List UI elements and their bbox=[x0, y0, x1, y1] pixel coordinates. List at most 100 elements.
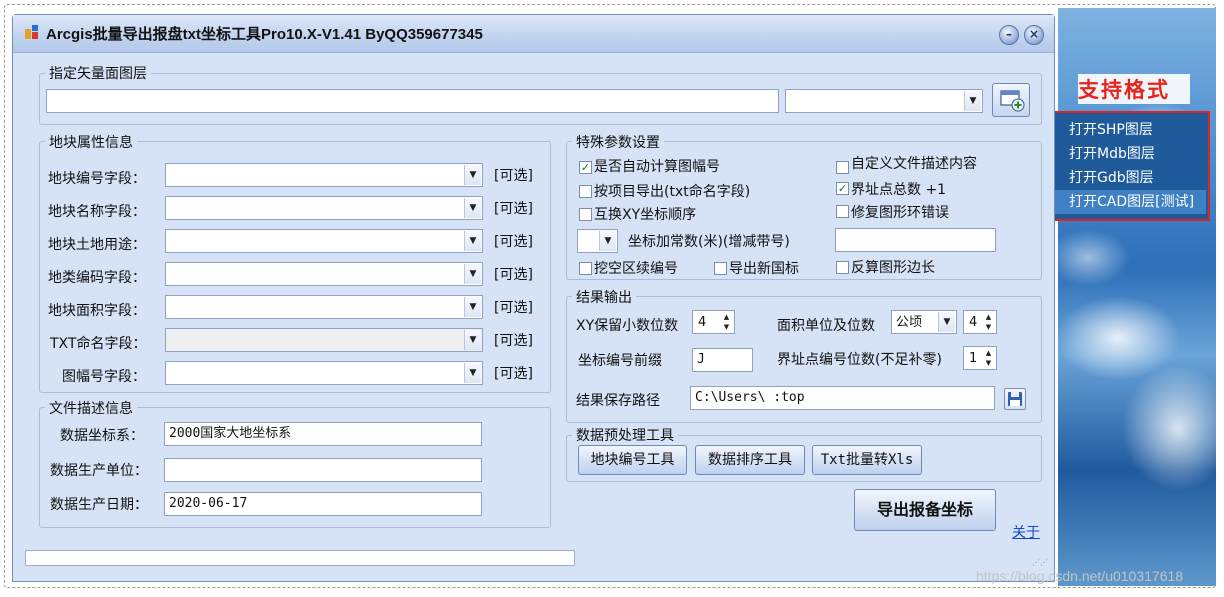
fix-ring-label: 修复图形环错误 bbox=[851, 205, 949, 221]
save-path-input[interactable]: C:\Users\ :top bbox=[690, 386, 995, 410]
prefix-label: 坐标编号前缀 bbox=[578, 353, 662, 369]
area-unit-value: 公顷 bbox=[896, 315, 923, 330]
optional-label: [可选] bbox=[494, 300, 533, 316]
watermark-text: https://blog.csdn.net/u010317618 bbox=[976, 568, 1184, 584]
auto-sheet-checkbox[interactable]: ✓ bbox=[579, 161, 592, 174]
area-decimals-value: 4 bbox=[969, 315, 978, 330]
app-icon bbox=[25, 25, 38, 39]
constant-label: 坐标加常数(米)(增减带号) bbox=[628, 234, 790, 250]
field-label-land-use: 地块土地用途： bbox=[48, 237, 146, 253]
menu-item-open-gdb[interactable]: 打开Gdb图层 bbox=[1037, 166, 1206, 190]
data-sort-tool-button[interactable]: 数据排序工具 bbox=[695, 445, 805, 475]
output-group-title: 结果输出 bbox=[572, 287, 636, 307]
spin-arrows-icon: ▲ ▼ bbox=[985, 313, 992, 331]
xy-decimals-spinner[interactable]: 4 ▲ ▼ bbox=[692, 310, 735, 334]
optional-label: [可选] bbox=[494, 366, 533, 382]
new-standard-label: 导出新国标 bbox=[729, 261, 799, 277]
production-date-input[interactable]: 2020-06-17 bbox=[164, 492, 482, 516]
save-path-label: 结果保存路径 bbox=[576, 393, 660, 409]
chevron-down-icon: ▼ bbox=[464, 297, 481, 317]
fix-ring-checkbox[interactable] bbox=[836, 205, 849, 218]
main-window: Arcgis批量导出报盘txt坐标工具Pro10.X-V1.41 ByQQ359… bbox=[12, 14, 1055, 582]
open-layer-menu: 打开SHP图层 打开Mdb图层 打开Gdb图层 打开CAD图层[测试] bbox=[1033, 111, 1210, 221]
layer-path-input[interactable] bbox=[46, 89, 779, 113]
constant-select[interactable]: ▼ bbox=[577, 229, 618, 253]
optional-label: [可选] bbox=[494, 168, 533, 184]
point-digits-spinner[interactable]: 1 ▲ ▼ bbox=[963, 346, 997, 370]
field-label-parcel-id: 地块编号字段： bbox=[48, 171, 146, 187]
field-label-area: 地块面积字段： bbox=[48, 303, 146, 319]
prefix-input[interactable]: J bbox=[692, 348, 753, 372]
chevron-down-icon: ▼ bbox=[464, 363, 481, 383]
optional-label: [可选] bbox=[494, 267, 533, 283]
field-label-txt-name: TXT命名字段： bbox=[50, 336, 147, 352]
area-field-select[interactable]: ▼ bbox=[165, 295, 483, 319]
optional-label: [可选] bbox=[494, 333, 533, 349]
close-button[interactable]: × bbox=[1024, 25, 1044, 45]
constant-input[interactable] bbox=[835, 228, 996, 252]
coord-system-input[interactable]: 2000国家大地坐标系 bbox=[164, 422, 482, 446]
back-calc-label: 反算图形边长 bbox=[851, 260, 935, 276]
custom-desc-label: 自定义文件描述内容 bbox=[851, 156, 977, 172]
menu-item-open-shp[interactable]: 打开SHP图层 bbox=[1037, 118, 1206, 142]
txt-to-xls-button[interactable]: Txt批量转Xls bbox=[812, 445, 922, 475]
chevron-down-icon: ▼ bbox=[464, 330, 481, 350]
new-standard-checkbox[interactable] bbox=[714, 262, 727, 275]
browse-save-button[interactable] bbox=[1004, 388, 1026, 410]
parcel-name-field-select[interactable]: ▼ bbox=[165, 196, 483, 220]
menu-item-open-cad[interactable]: 打开CAD图层[测试] bbox=[1037, 190, 1206, 214]
area-unit-select[interactable]: 公顷 ▼ bbox=[891, 310, 957, 334]
boundary-count-checkbox[interactable]: ✓ bbox=[836, 182, 849, 195]
production-date-label: 数据生产日期： bbox=[50, 497, 148, 513]
chevron-down-icon: ▼ bbox=[599, 231, 616, 251]
chevron-down-icon: ▼ bbox=[464, 231, 481, 251]
field-label-sheet-no: 图幅号字段： bbox=[62, 369, 146, 385]
txt-name-field-select[interactable]: ▼ bbox=[165, 328, 483, 352]
optional-label: [可选] bbox=[494, 234, 533, 250]
support-formats-label: 支持格式 bbox=[1078, 74, 1190, 104]
auto-sheet-label: 是否自动计算图幅号 bbox=[594, 159, 720, 175]
floppy-disk-icon bbox=[1008, 392, 1022, 406]
file-desc-group-title: 文件描述信息 bbox=[45, 398, 137, 418]
minimize-button[interactable]: – bbox=[999, 25, 1019, 45]
field-label-land-code: 地类编码字段： bbox=[48, 270, 146, 286]
back-calc-checkbox[interactable] bbox=[836, 261, 849, 274]
spin-arrows-icon: ▲ ▼ bbox=[985, 349, 992, 367]
about-link[interactable]: 关于 bbox=[1012, 522, 1040, 542]
land-use-field-select[interactable]: ▼ bbox=[165, 229, 483, 253]
attribute-group-title: 地块属性信息 bbox=[45, 132, 137, 152]
area-decimals-spinner[interactable]: 4 ▲ ▼ bbox=[963, 310, 997, 334]
menu-item-open-mdb[interactable]: 打开Mdb图层 bbox=[1037, 142, 1206, 166]
land-code-field-select[interactable]: ▼ bbox=[165, 262, 483, 286]
hole-renumber-checkbox[interactable] bbox=[579, 262, 592, 275]
parcel-id-field-select[interactable]: ▼ bbox=[165, 163, 483, 187]
coord-system-label: 数据坐标系： bbox=[60, 428, 144, 444]
export-by-item-checkbox[interactable] bbox=[579, 185, 592, 198]
chevron-down-icon: ▼ bbox=[964, 91, 981, 111]
export-by-item-label: 按项目导出(txt命名字段) bbox=[594, 184, 751, 200]
producer-label: 数据生产单位： bbox=[50, 463, 148, 479]
area-unit-label: 面积单位及位数 bbox=[777, 318, 875, 334]
swap-xy-label: 互换XY坐标顺序 bbox=[594, 207, 697, 223]
progress-bar bbox=[25, 550, 575, 566]
chevron-down-icon: ▼ bbox=[464, 198, 481, 218]
spin-arrows-icon: ▲ ▼ bbox=[723, 313, 730, 331]
point-digits-label: 界址点编号位数(不足补零) bbox=[777, 352, 942, 368]
sheet-no-field-select[interactable]: ▼ bbox=[165, 361, 483, 385]
layer-select[interactable]: ▼ bbox=[785, 89, 983, 113]
add-layer-button[interactable] bbox=[992, 83, 1030, 117]
boundary-count-label: 界址点总数 +1 bbox=[851, 182, 947, 198]
preprocess-group-title: 数据预处理工具 bbox=[572, 425, 678, 445]
export-coordinates-button[interactable]: 导出报备坐标 bbox=[854, 489, 996, 531]
xy-decimals-value: 4 bbox=[698, 315, 707, 330]
producer-input[interactable] bbox=[164, 458, 482, 482]
resize-grip-icon[interactable]: ⋰⋰ bbox=[1032, 558, 1048, 567]
optional-label: [可选] bbox=[494, 201, 533, 217]
chevron-down-icon: ▼ bbox=[464, 165, 481, 185]
parcel-number-tool-button[interactable]: 地块编号工具 bbox=[578, 445, 687, 475]
vector-layer-group-title: 指定矢量面图层 bbox=[45, 63, 151, 83]
swap-xy-checkbox[interactable] bbox=[579, 208, 592, 221]
chevron-down-icon: ▼ bbox=[464, 264, 481, 284]
add-layer-icon bbox=[1000, 90, 1025, 112]
custom-desc-checkbox[interactable] bbox=[836, 161, 849, 174]
